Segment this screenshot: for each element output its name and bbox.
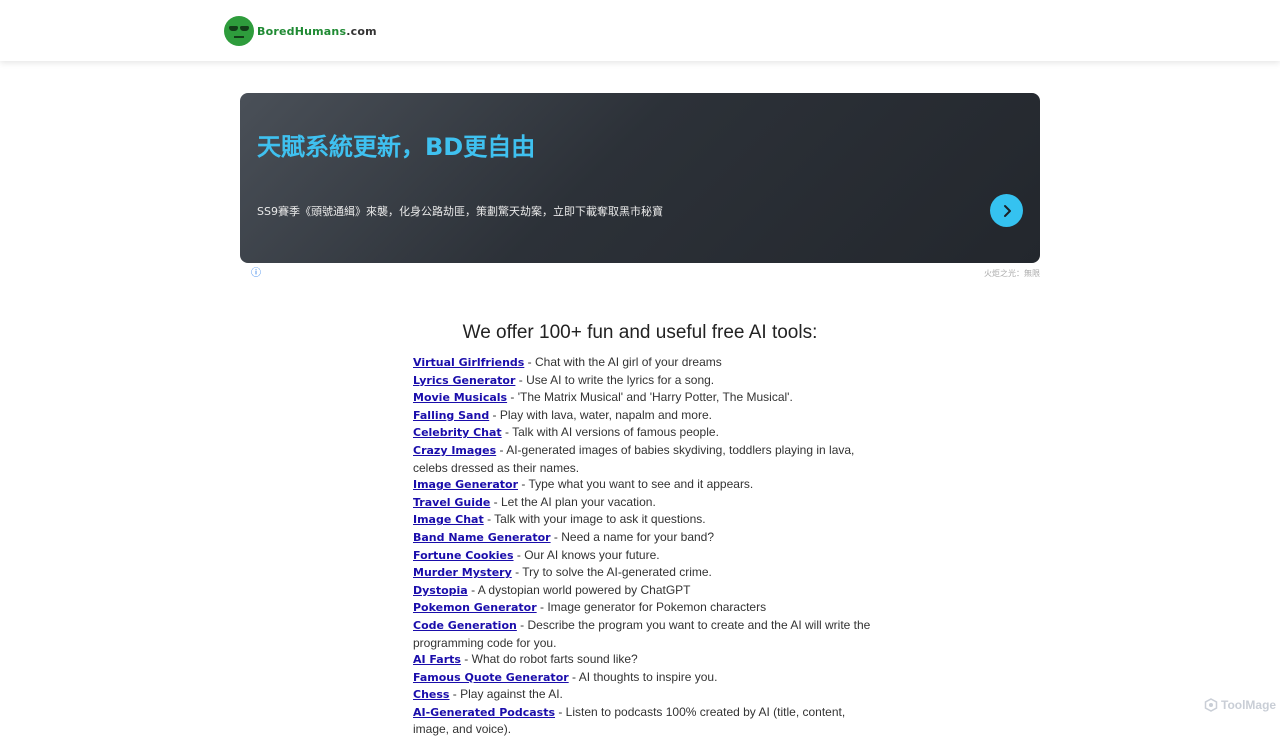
list-item: Travel Guide - Let the AI plan your vaca… (413, 494, 873, 512)
tool-description: - Need a name for your band? (550, 529, 715, 544)
logo-tld: .com (346, 24, 377, 38)
tool-link[interactable]: Travel Guide (413, 496, 490, 509)
list-item: Virtual Girlfriends - Chat with the AI g… (413, 354, 873, 372)
list-item: Pokemon Generator - Image generator for … (413, 599, 873, 617)
tool-link[interactable]: Murder Mystery (413, 566, 512, 579)
tool-description: - Talk with your image to ask it questio… (483, 512, 706, 527)
tool-description: - Image generator for Pokemon characters (536, 600, 767, 615)
tool-link[interactable]: AI Farts (413, 653, 461, 666)
tool-description: - AI thoughts to inspire you. (568, 669, 718, 684)
list-item: AI Farts - What do robot farts sound lik… (413, 651, 873, 669)
list-item: Crazy Images - AI-generated images of ba… (413, 442, 873, 476)
ad-footer-label[interactable]: 火炬之光：無限 (970, 268, 1040, 279)
tool-description: - Type what you want to see and it appea… (518, 477, 754, 492)
tool-link[interactable]: Crazy Images (413, 444, 496, 457)
list-item: Fortune Cookies - Our AI knows your futu… (413, 547, 873, 565)
tool-link[interactable]: Fortune Cookies (413, 549, 514, 562)
tool-link[interactable]: Celebrity Chat (413, 426, 502, 439)
ad-next-button[interactable] (990, 194, 1023, 227)
list-item: Image Generator - Type what you want to … (413, 476, 873, 494)
ad-info-icon[interactable]: ⓘ (251, 269, 261, 279)
list-item: Murder Mystery - Try to solve the AI-gen… (413, 564, 873, 582)
logo-face-icon (224, 16, 254, 46)
ad-banner[interactable]: 天賦系統更新，BD更自由 SS9賽季《頭號通緝》來襲，化身公路劫匪，策劃驚天劫案… (240, 93, 1040, 263)
list-item: Chess - Play against the AI. (413, 686, 873, 704)
list-item: Falling Sand - Play with lava, water, na… (413, 407, 873, 425)
tool-link[interactable]: Falling Sand (413, 409, 489, 422)
list-item: Image Chat - Talk with your image to ask… (413, 511, 873, 529)
list-item: Band Name Generator - Need a name for yo… (413, 529, 873, 547)
tool-link[interactable]: Lyrics Generator (413, 374, 515, 387)
tool-description: - 'The Matrix Musical' and 'Harry Potter… (507, 390, 793, 405)
ad-description[interactable]: SS9賽季《頭號通緝》來襲，化身公路劫匪，策劃驚天劫案，立即下載奪取黑市秘寶 (257, 203, 663, 219)
ad-title[interactable]: 天賦系統更新，BD更自由 (257, 127, 535, 162)
logo-humans: Humans (294, 24, 347, 38)
tool-description: - A dystopian world powered by ChatGPT (467, 582, 691, 597)
watermark: ToolMage (1204, 698, 1276, 712)
list-item: Celebrity Chat - Talk with AI versions o… (413, 424, 873, 442)
list-item: Code Generation - Describe the program y… (413, 617, 873, 651)
list-item: AI-Generated Podcasts - Listen to podcas… (413, 704, 873, 738)
watermark-text: ToolMage (1221, 698, 1277, 712)
tool-link[interactable]: Dystopia (413, 584, 468, 597)
logo-text: BoredHumans.com (257, 25, 377, 38)
tool-link[interactable]: Code Generation (413, 619, 517, 632)
tool-link[interactable]: Image Generator (413, 478, 518, 491)
tool-link[interactable]: Image Chat (413, 513, 484, 526)
tool-description: - Try to solve the AI-generated crime. (511, 565, 712, 580)
list-item: Dystopia - A dystopian world powered by … (413, 582, 873, 600)
site-logo-link[interactable]: BoredHumans.com (224, 16, 377, 46)
tool-link[interactable]: Virtual Girlfriends (413, 356, 524, 369)
tool-link[interactable]: AI-Generated Podcasts (413, 706, 555, 719)
tool-description: - Play against the AI. (449, 687, 563, 702)
page-headline: We offer 100+ fun and useful free AI too… (462, 322, 818, 343)
tool-link[interactable]: Band Name Generator (413, 531, 551, 544)
logo-name: Bored (257, 24, 295, 38)
chevron-right-icon (1003, 204, 1011, 217)
tool-link[interactable]: Pokemon Generator (413, 601, 537, 614)
tool-description: - What do robot farts sound like? (460, 652, 638, 667)
tool-description: - Talk with AI versions of famous people… (501, 425, 719, 440)
tool-link[interactable]: Movie Musicals (413, 391, 507, 404)
hexagon-logo-icon (1204, 698, 1218, 712)
list-item: Movie Musicals - 'The Matrix Musical' an… (413, 389, 873, 407)
list-item: Famous Quote Generator - AI thoughts to … (413, 669, 873, 687)
tool-link[interactable]: Chess (413, 688, 449, 701)
tool-description: - Use AI to write the lyrics for a song. (515, 372, 715, 387)
list-item: Lyrics Generator - Use AI to write the l… (413, 372, 873, 390)
tool-description: - Chat with the AI girl of your dreams (524, 355, 722, 369)
tools-list: Virtual Girlfriends - Chat with the AI g… (413, 354, 873, 738)
site-header: BoredHumans.com (0, 0, 1280, 61)
tool-description: - Let the AI plan your vacation. (490, 494, 656, 509)
tool-description: - Our AI knows your future. (513, 547, 660, 562)
tool-description: - Play with lava, water, napalm and more… (489, 407, 712, 422)
tool-link[interactable]: Famous Quote Generator (413, 671, 569, 684)
